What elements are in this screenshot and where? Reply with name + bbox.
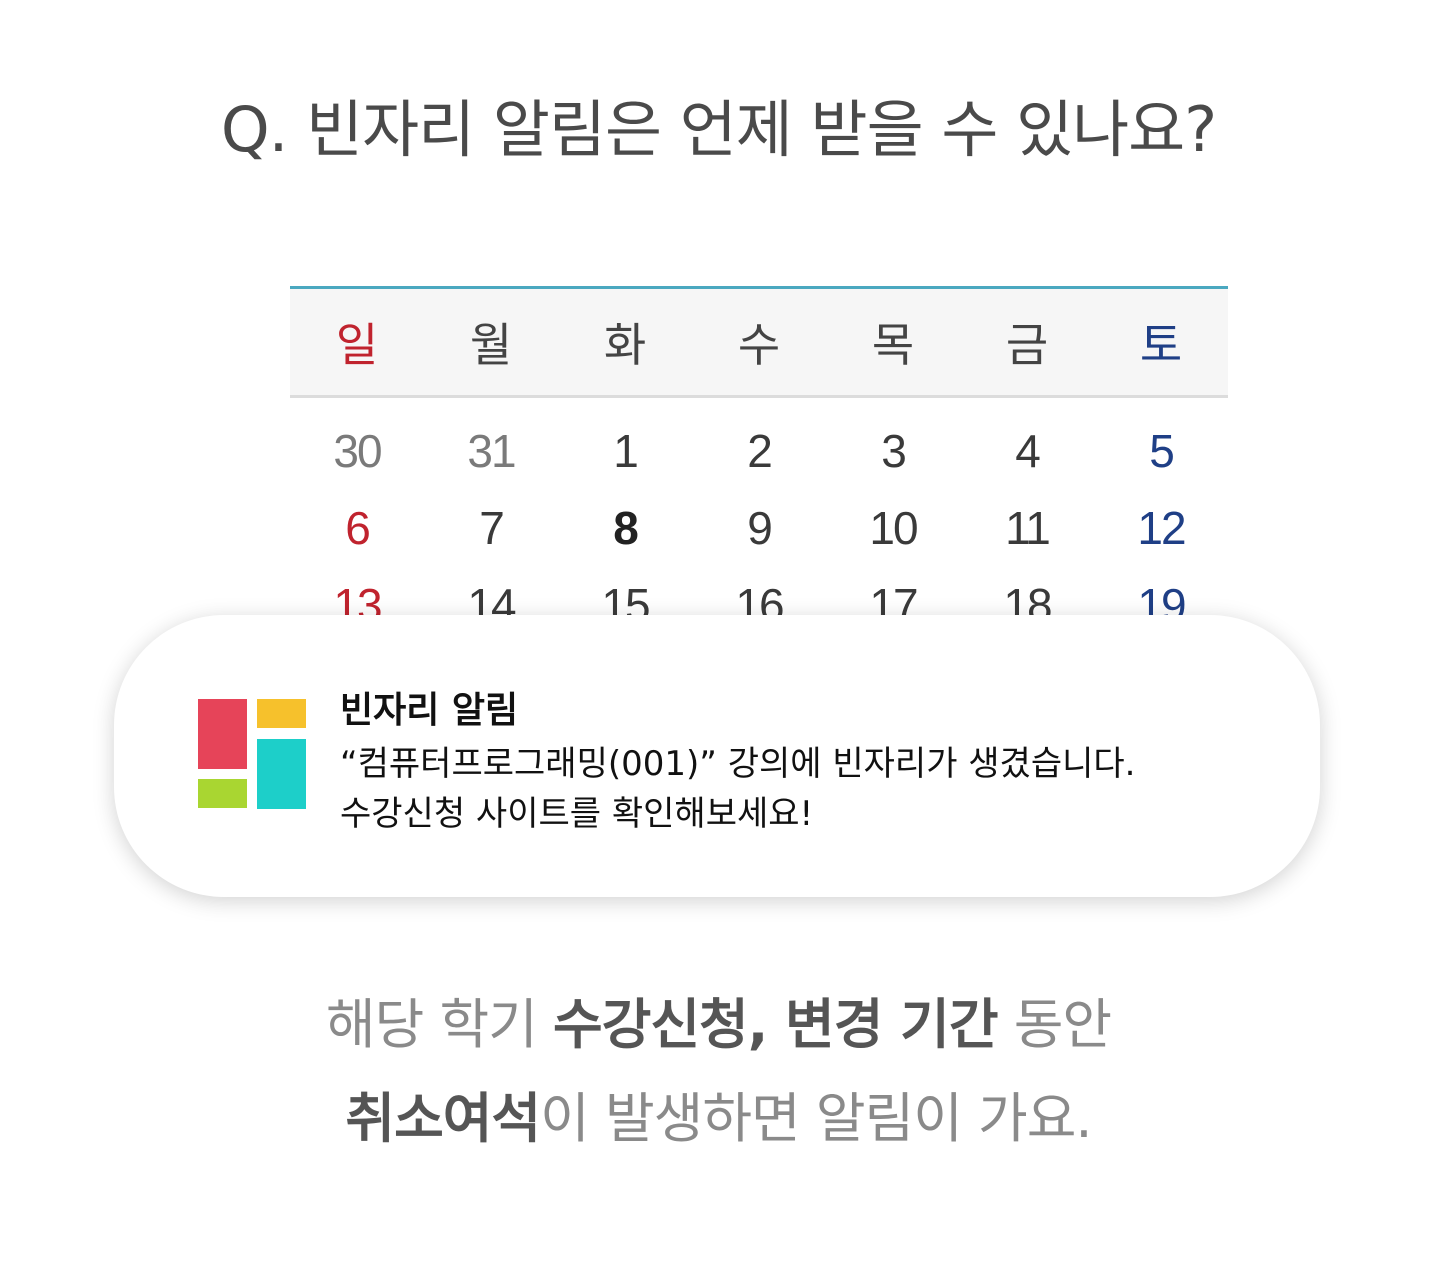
logo-block-green xyxy=(198,779,247,808)
weekday-sun: 일 xyxy=(335,318,379,372)
footer-line-2-post: 이 발생하면 알림이 가요. xyxy=(540,1087,1092,1150)
notification-title: 빈자리 알림 xyxy=(340,690,519,731)
calendar-date[interactable]: 7 xyxy=(424,489,558,566)
calendar-date-today[interactable]: 8 xyxy=(558,489,692,566)
weekday-mon: 월 xyxy=(469,318,513,372)
footer-line-2: 취소여석이 발생하면 알림이 가요. xyxy=(0,1072,1437,1166)
footer-line-1: 해당 학기 수강신청, 변경 기간 동안 xyxy=(0,978,1437,1072)
calendar-date[interactable]: 6 xyxy=(290,489,424,566)
calendar-weekday-header: 일 월 화 수 목 금 토 xyxy=(290,289,1228,398)
calendar-date[interactable]: 9 xyxy=(692,489,826,566)
calendar-date[interactable]: 3 xyxy=(826,412,960,489)
logo-block-teal xyxy=(257,739,306,809)
calendar-week-2: 6 7 8 9 10 11 12 xyxy=(290,489,1228,566)
weekday-wed: 수 xyxy=(737,318,781,372)
calendar-date[interactable]: 30 xyxy=(290,412,424,489)
calendar-date[interactable]: 2 xyxy=(692,412,826,489)
calendar-date[interactable]: 1 xyxy=(558,412,692,489)
calendar-week-1: 30 31 1 2 3 4 5 xyxy=(290,412,1228,489)
calendar-date[interactable]: 10 xyxy=(826,489,960,566)
footer-line-2-bold: 취소여석 xyxy=(345,1087,541,1150)
footer-line-1-bold: 수강신청, 변경 기간 xyxy=(552,993,999,1056)
calendar-date[interactable]: 12 xyxy=(1094,489,1228,566)
weekday-fri: 금 xyxy=(1005,318,1049,372)
weekday-tue: 화 xyxy=(603,318,647,372)
weekday-thu: 목 xyxy=(871,318,915,372)
footer-line-1-post: 동안 xyxy=(997,993,1112,1056)
app-logo-icon xyxy=(198,699,308,811)
logo-block-red xyxy=(198,699,247,769)
notification-line-1: “컴퓨터프로그래밍(001)” 강의에 빈자리가 생겼습니다. xyxy=(340,744,1136,784)
footer-description: 해당 학기 수강신청, 변경 기간 동안 취소여석이 발생하면 알림이 가요. xyxy=(0,978,1437,1166)
calendar-date[interactable]: 11 xyxy=(960,489,1094,566)
page-title: Q. 빈자리 알림은 언제 받을 수 있나요? xyxy=(220,93,1217,166)
notification-card[interactable]: 빈자리 알림 “컴퓨터프로그래밍(001)” 강의에 빈자리가 생겼습니다. 수… xyxy=(114,615,1320,897)
calendar-date[interactable]: 4 xyxy=(960,412,1094,489)
calendar: 일 월 화 수 목 금 토 30 31 1 2 3 4 5 6 7 8 9 10… xyxy=(290,286,1228,631)
notification-body: “컴퓨터프로그래밍(001)” 강의에 빈자리가 생겼습니다. 수강신청 사이트… xyxy=(340,739,1135,839)
calendar-date[interactable]: 31 xyxy=(424,412,558,489)
notification-line-2: 수강신청 사이트를 확인해보세요! xyxy=(340,794,814,834)
logo-block-yellow xyxy=(257,699,306,728)
footer-line-1-pre: 해당 학기 xyxy=(325,993,553,1056)
weekday-sat: 토 xyxy=(1139,318,1183,372)
calendar-date[interactable]: 5 xyxy=(1094,412,1228,489)
